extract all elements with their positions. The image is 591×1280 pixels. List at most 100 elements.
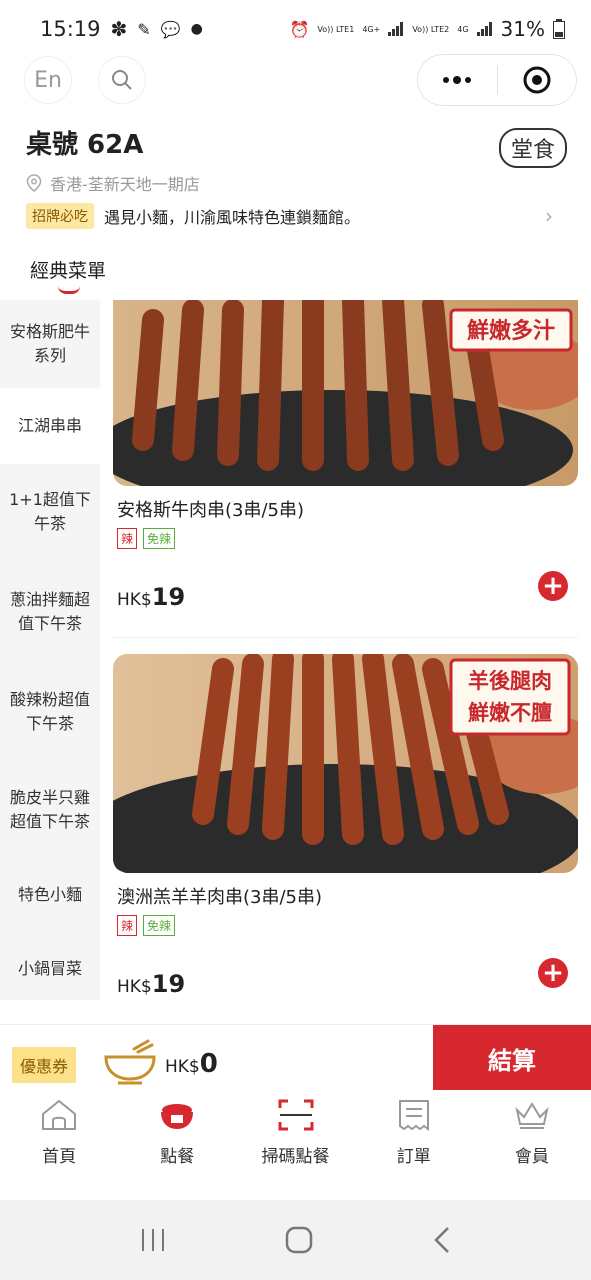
bowl-icon[interactable]: [104, 1039, 156, 1085]
bottom-nav: 首頁 點餐 掃碼點餐 訂單 會員: [0, 1090, 591, 1200]
price-row: HK$19 +: [113, 958, 578, 998]
sidebar-item-angus-beef[interactable]: 安格斯肥牛系列: [0, 300, 100, 388]
price-currency: HK$: [117, 977, 152, 997]
add-to-cart-button[interactable]: +: [538, 958, 568, 988]
cart-currency: HK$: [165, 1057, 200, 1077]
signal-icon: [476, 22, 492, 36]
sidebar-item-hot-sour-noodles[interactable]: 酸辣粉超值下午茶: [0, 672, 100, 752]
product-image[interactable]: 鮮嫩多汁: [113, 300, 578, 486]
image-caption: 鮮嫩不膻: [468, 701, 552, 725]
sidebar-item-signature-noodles[interactable]: 特色小麵: [0, 870, 100, 920]
product-name[interactable]: 澳洲羔羊羊肉串(3串/5串): [113, 883, 578, 909]
language-button[interactable]: En: [24, 56, 72, 104]
sidebar-item-hotpot[interactable]: 小鍋冒菜: [0, 944, 100, 994]
add-to-cart-button[interactable]: +: [538, 571, 568, 601]
tag-not-spicy: 免辣: [143, 528, 176, 549]
miniapp-capsule: [417, 54, 577, 106]
recent-apps-icon[interactable]: [139, 1227, 167, 1253]
tag-spicy: 辣: [117, 915, 138, 936]
battery-icon: [553, 19, 565, 39]
notice-text: 遇見小麵，川渝風味特色連鎖麵館。: [104, 208, 361, 227]
home-button-icon[interactable]: [285, 1226, 313, 1254]
language-label: En: [34, 67, 62, 93]
battery-level: 31%: [500, 17, 545, 41]
product-card[interactable]: 羊後腿肉 鮮嫩不膻 澳洲羔羊羊肉串(3串/5串) 辣 免辣 HK$19 +: [113, 654, 578, 998]
dine-mode-badge[interactable]: 堂食: [498, 128, 567, 168]
location-text: 香港-荃新天地一期店: [50, 175, 200, 194]
more-icon: [443, 76, 472, 84]
tab-classic-menu[interactable]: 經典菜單: [30, 256, 106, 283]
more-button[interactable]: [418, 75, 497, 85]
plus-icon: +: [542, 958, 564, 988]
skewers-image: 鮮嫩多汁: [113, 300, 578, 486]
bowl-icon: [157, 1096, 197, 1134]
signal-icon: [388, 22, 404, 36]
nav-item-member[interactable]: 會員: [473, 1090, 591, 1200]
image-caption: 羊後腿肉: [468, 669, 552, 693]
tab-indicator: [58, 286, 80, 294]
system-nav-bar: [0, 1200, 591, 1280]
category-sidebar: 安格斯肥牛系列 江湖串串 1+1超值下午茶 蔥油拌麵超值下午茶 酸辣粉超值下午茶…: [0, 300, 100, 1000]
product-name[interactable]: 安格斯牛肉串(3串/5串): [113, 496, 578, 522]
target-icon: [523, 66, 551, 94]
chevron-right-icon: ›: [545, 204, 553, 228]
back-icon[interactable]: [432, 1226, 452, 1254]
sidebar-item-crispy-chicken[interactable]: 脆皮半只雞超值下午茶: [0, 770, 100, 850]
nav-label: 點餐: [160, 1147, 195, 1167]
tag-not-spicy: 免辣: [143, 915, 176, 936]
top-controls: En: [0, 54, 591, 108]
alarm-icon: ⏰: [289, 19, 310, 39]
nav-item-orders[interactable]: 訂單: [355, 1090, 473, 1200]
store-location[interactable]: 香港-荃新天地一期店: [26, 171, 571, 195]
sim2-network: 4G: [457, 24, 469, 34]
table-number: 桌號 62A: [26, 130, 144, 160]
app-notification-icon: ✎: [137, 19, 151, 39]
receipt-icon: [394, 1096, 434, 1134]
nav-label: 會員: [514, 1147, 549, 1167]
notice-bar[interactable]: 招牌必吃 遇見小麵，川渝風味特色連鎖麵館。 ›: [26, 203, 571, 229]
product-tags: 辣 免辣: [113, 915, 578, 936]
product-card[interactable]: 鮮嫩多汁 安格斯牛肉串(3串/5串) 辣 免辣 HK$19 +: [113, 300, 578, 611]
price-value: 19: [151, 583, 186, 611]
location-pin-icon: [26, 174, 42, 192]
store-header: 桌號 62A 堂食 香港-荃新天地一期店 招牌必吃 遇見小麵，川渝風味特色連鎖麵…: [26, 124, 571, 229]
nav-item-order[interactable]: 點餐: [118, 1090, 236, 1200]
product-price: HK$19: [117, 970, 185, 998]
status-time: 15:19: [40, 17, 101, 41]
scan-icon: [276, 1096, 316, 1134]
nav-label: 首頁: [42, 1147, 77, 1167]
sidebar-item-afternoon-tea[interactable]: 1+1超值下午茶: [0, 472, 100, 552]
sim2-label: Vo)) LTE2: [412, 24, 450, 34]
skewers-image: 羊後腿肉 鮮嫩不膻: [113, 654, 578, 873]
sim1-label: Vo)) LTE1: [317, 24, 355, 34]
close-miniapp-button[interactable]: [498, 65, 577, 95]
sidebar-item-scallion-noodles[interactable]: 蔥油拌麵超值下午茶: [0, 572, 100, 652]
row-divider: [113, 637, 578, 638]
cart-total-value: 0: [199, 1049, 218, 1079]
home-icon: [39, 1096, 79, 1134]
nav-item-scan[interactable]: 掃碼點餐: [236, 1090, 354, 1200]
product-tags: 辣 免辣: [113, 528, 578, 549]
search-button[interactable]: [98, 56, 146, 104]
nav-item-home[interactable]: 首頁: [0, 1090, 118, 1200]
checkout-button[interactable]: 結算: [433, 1025, 591, 1091]
image-caption: 鮮嫩多汁: [467, 318, 555, 344]
nav-label: 掃碼點餐: [261, 1147, 330, 1167]
product-image[interactable]: 羊後腿肉 鮮嫩不膻: [113, 654, 578, 873]
crown-icon: [512, 1096, 552, 1134]
price-value: 19: [151, 970, 186, 998]
nav-label: 訂單: [396, 1147, 431, 1167]
price-row: HK$19 +: [113, 571, 578, 611]
search-icon: [112, 70, 132, 90]
dot-icon: ●: [190, 21, 203, 37]
price-currency: HK$: [117, 590, 152, 610]
sim1-network: 4G+: [362, 24, 381, 34]
status-bar: 15:19 ✽ ✎ 💬 ● ⏰ Vo)) LTE1 4G+ Vo)) LTE2 …: [0, 0, 591, 58]
chat-icon: 💬: [160, 19, 181, 39]
plus-icon: +: [542, 571, 564, 601]
flower-icon: ✽: [110, 17, 128, 41]
tag-spicy: 辣: [117, 528, 138, 549]
product-price: HK$19: [117, 583, 185, 611]
coupon-button[interactable]: 優惠券: [12, 1047, 77, 1083]
sidebar-item-skewers[interactable]: 江湖串串: [0, 388, 100, 464]
